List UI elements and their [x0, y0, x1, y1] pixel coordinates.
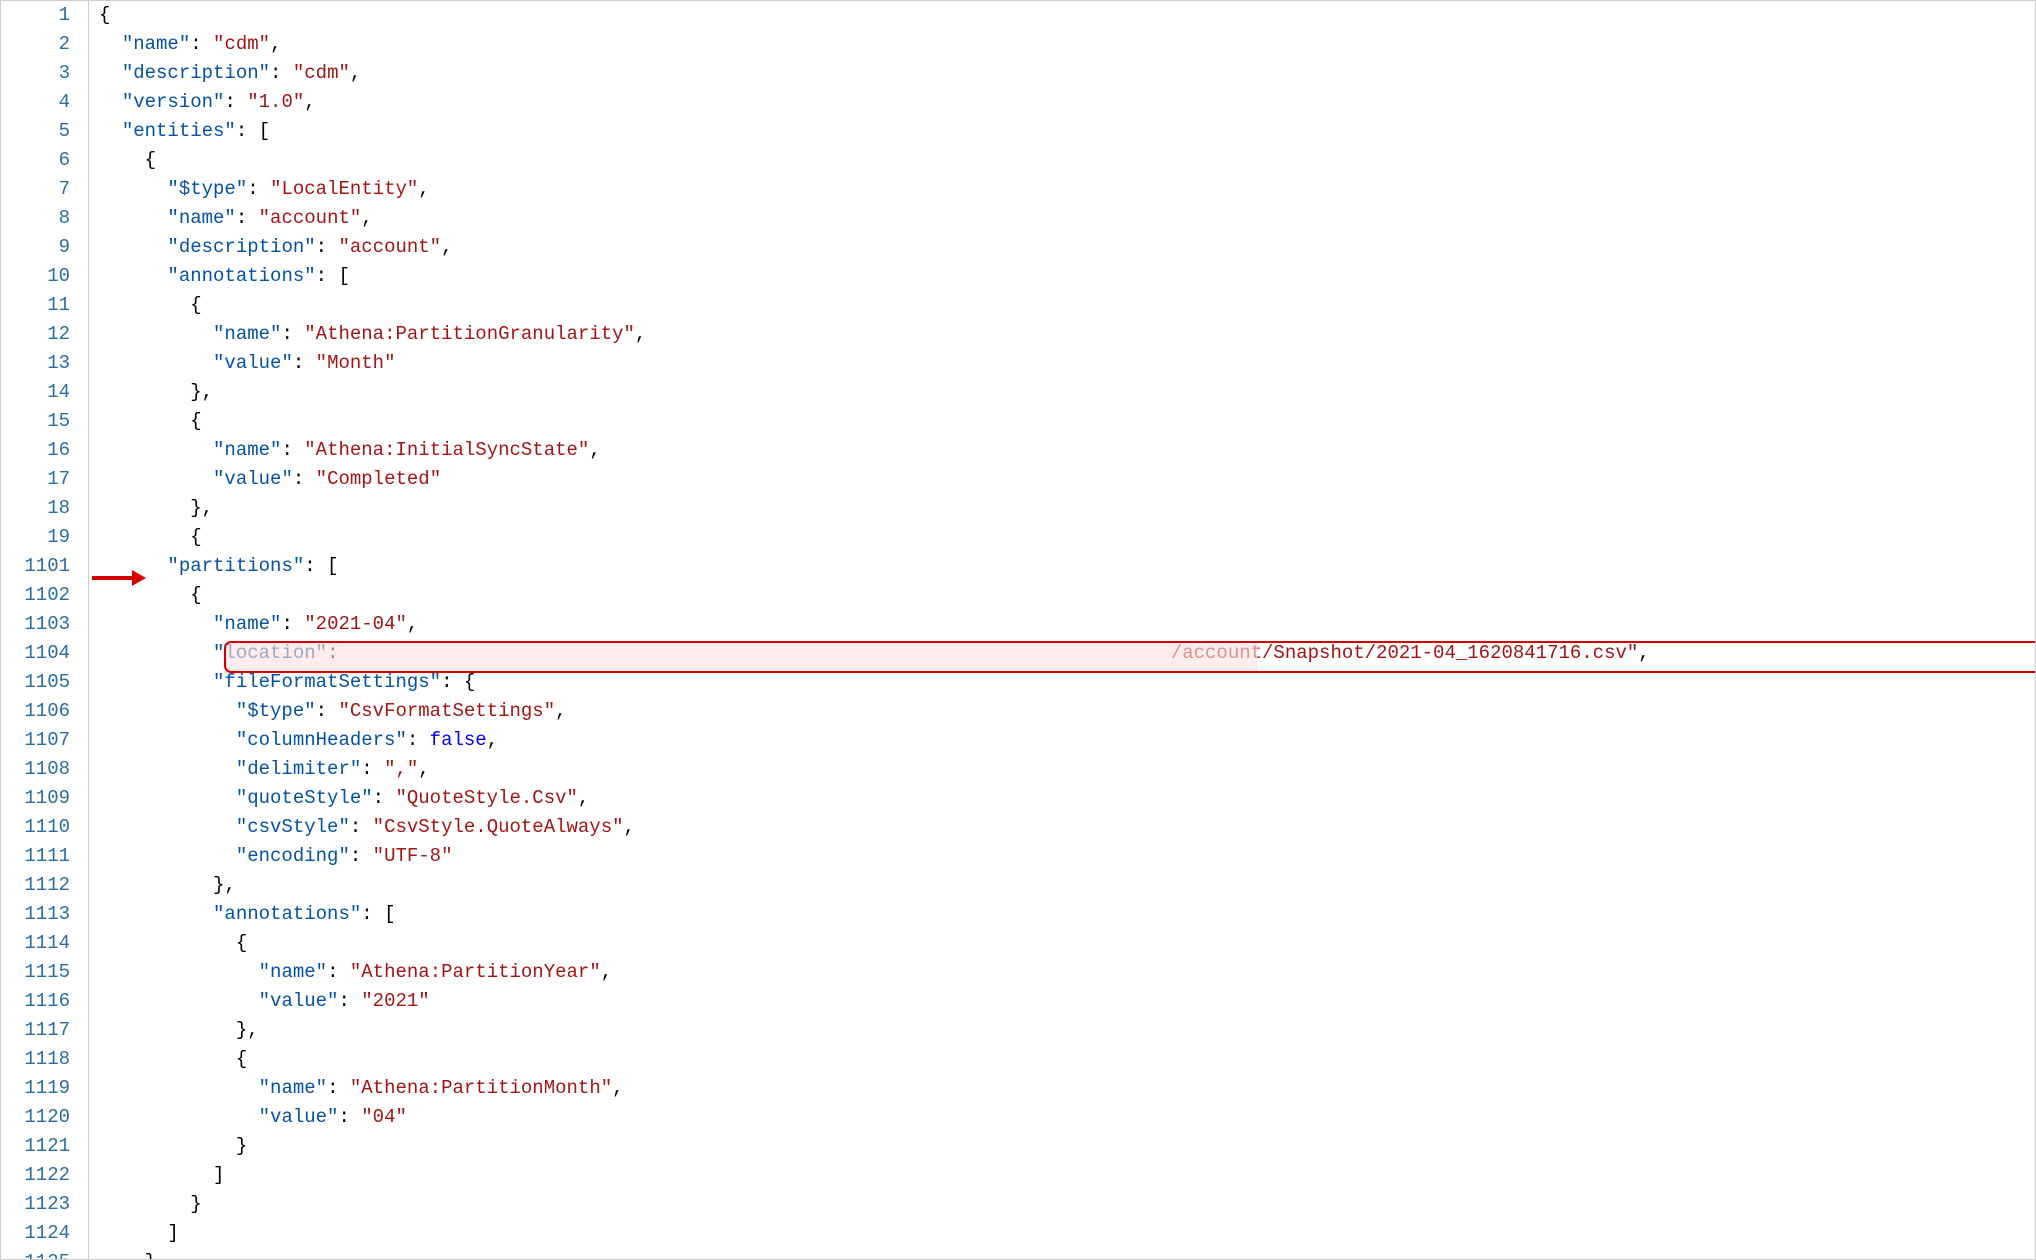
line-number: 18 — [1, 494, 70, 523]
code-line: "name": "account", — [99, 204, 2035, 233]
line-number: 1117 — [1, 1016, 70, 1045]
code-line: "partitions": [ — [99, 552, 2035, 581]
code-line: { — [99, 523, 2035, 552]
line-number: 10 — [1, 262, 70, 291]
code-line: "entities": [ — [99, 117, 2035, 146]
line-number: 7 — [1, 175, 70, 204]
line-number: 3 — [1, 59, 70, 88]
code-line: }, — [99, 494, 2035, 523]
code-line: "name": "Athena:PartitionGranularity", — [99, 320, 2035, 349]
code-line: "description": "cdm", — [99, 59, 2035, 88]
code-line: "encoding": "UTF-8" — [99, 842, 2035, 871]
line-number: 16 — [1, 436, 70, 465]
line-number: 1 — [1, 1, 70, 30]
line-number: 1105 — [1, 668, 70, 697]
code-area[interactable]: { "name": "cdm", "description": "cdm", "… — [89, 1, 2035, 1259]
line-number: 1125 — [1, 1248, 70, 1260]
code-line: "version": "1.0", — [99, 88, 2035, 117]
code-editor: 1234567891011121314151617181911011102110… — [0, 0, 2036, 1260]
code-line: { — [99, 407, 2035, 436]
code-line: "annotations": [ — [99, 900, 2035, 929]
code-line: "value": "Month" — [99, 349, 2035, 378]
line-number: 1114 — [1, 929, 70, 958]
line-number: 1121 — [1, 1132, 70, 1161]
line-number: 1110 — [1, 813, 70, 842]
line-number: 19 — [1, 523, 70, 552]
line-number: 5 — [1, 117, 70, 146]
line-number: 13 — [1, 349, 70, 378]
code-line: ] — [99, 1219, 2035, 1248]
code-line: }, — [99, 1016, 2035, 1045]
code-line: ] — [99, 1161, 2035, 1190]
code-line: "csvStyle": "CsvStyle.QuoteAlways", — [99, 813, 2035, 842]
code-line: "value": "Completed" — [99, 465, 2035, 494]
line-number: 1112 — [1, 871, 70, 900]
line-number: 1103 — [1, 610, 70, 639]
line-number: 1101 — [1, 552, 70, 581]
code-line: { — [99, 146, 2035, 175]
line-number: 1102 — [1, 581, 70, 610]
code-line: { — [99, 1, 2035, 30]
line-number: 1106 — [1, 697, 70, 726]
code-line: "value": "2021" — [99, 987, 2035, 1016]
line-number: 8 — [1, 204, 70, 233]
code-line: }, — [99, 871, 2035, 900]
line-number: 9 — [1, 233, 70, 262]
line-number: 1115 — [1, 958, 70, 987]
line-number: 6 — [1, 146, 70, 175]
line-number: 2 — [1, 30, 70, 59]
code-line: { — [99, 1045, 2035, 1074]
code-line: } — [99, 1248, 2035, 1260]
code-line: "location": /account/Snapshot/2021-04_16… — [99, 639, 2035, 668]
line-number: 1109 — [1, 784, 70, 813]
code-line: "columnHeaders": false, — [99, 726, 2035, 755]
line-number: 1120 — [1, 1103, 70, 1132]
code-line: "name": "Athena:InitialSyncState", — [99, 436, 2035, 465]
code-line: }, — [99, 378, 2035, 407]
line-number: 14 — [1, 378, 70, 407]
line-number: 1119 — [1, 1074, 70, 1103]
code-line: { — [99, 291, 2035, 320]
line-number: 12 — [1, 320, 70, 349]
code-line: { — [99, 929, 2035, 958]
code-line: "name": "2021-04", — [99, 610, 2035, 639]
code-line: "annotations": [ — [99, 262, 2035, 291]
code-line: "quoteStyle": "QuoteStyle.Csv", — [99, 784, 2035, 813]
line-number: 17 — [1, 465, 70, 494]
code-line: "$type": "LocalEntity", — [99, 175, 2035, 204]
line-number: 1104 — [1, 639, 70, 668]
code-line: "name": "Athena:PartitionMonth", — [99, 1074, 2035, 1103]
code-line: { — [99, 581, 2035, 610]
line-number: 1111 — [1, 842, 70, 871]
line-number: 15 — [1, 407, 70, 436]
line-number: 1122 — [1, 1161, 70, 1190]
line-number: 4 — [1, 88, 70, 117]
code-line: "name": "cdm", — [99, 30, 2035, 59]
line-number: 1118 — [1, 1045, 70, 1074]
line-number: 1123 — [1, 1190, 70, 1219]
line-number: 1113 — [1, 900, 70, 929]
line-number: 1116 — [1, 987, 70, 1016]
line-number: 1107 — [1, 726, 70, 755]
code-line: "delimiter": ",", — [99, 755, 2035, 784]
code-line: } — [99, 1190, 2035, 1219]
code-line: "$type": "CsvFormatSettings", — [99, 697, 2035, 726]
code-line: "description": "account", — [99, 233, 2035, 262]
code-line: "fileFormatSettings": { — [99, 668, 2035, 697]
line-number-gutter: 1234567891011121314151617181911011102110… — [1, 1, 89, 1259]
code-line: "value": "04" — [99, 1103, 2035, 1132]
code-line: "name": "Athena:PartitionYear", — [99, 958, 2035, 987]
line-number: 1108 — [1, 755, 70, 784]
line-number: 11 — [1, 291, 70, 320]
code-line: } — [99, 1132, 2035, 1161]
line-number: 1124 — [1, 1219, 70, 1248]
